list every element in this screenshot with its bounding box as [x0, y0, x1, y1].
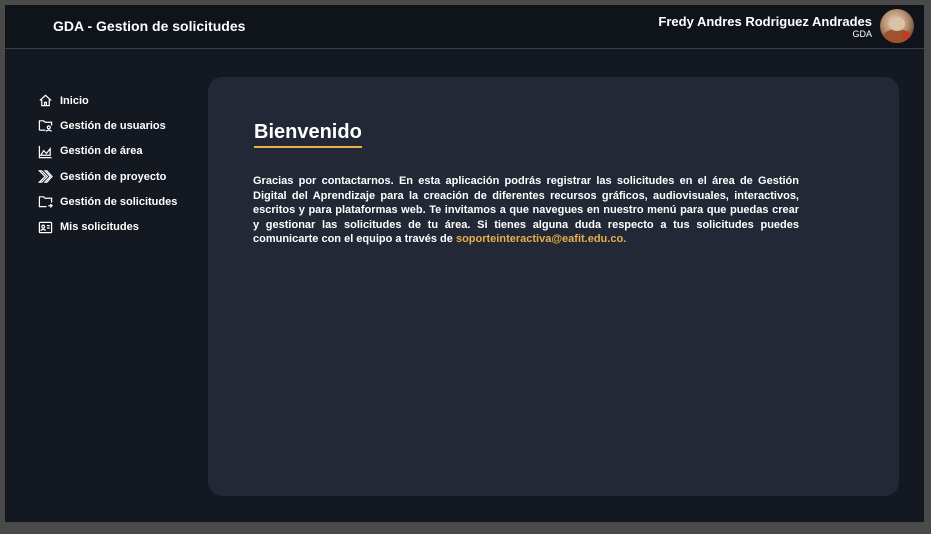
support-email-link[interactable]: soporteinteractiva@eafit.edu.co.	[456, 233, 626, 245]
user-info: Fredy Andres Rodriguez Andrades GDA	[658, 14, 872, 39]
user-organization: GDA	[852, 29, 872, 39]
page-title: Bienvenido	[254, 121, 362, 148]
sidebar-item-label: Mis solicitudes	[60, 221, 139, 234]
intro-paragraph: Gracias por contactarnos. En esta aplica…	[253, 174, 799, 247]
sidebar-item-mis-solicitudes[interactable]: Mis solicitudes	[38, 214, 208, 239]
avatar[interactable]	[880, 9, 914, 43]
sidebar-nav: Inicio Gestión de usuarios Gestión de ár…	[38, 88, 208, 240]
sidebar-item-gestion-proyecto[interactable]: Gestión de proyecto	[38, 164, 208, 189]
sidebar-item-gestion-area[interactable]: Gestión de área	[38, 139, 208, 164]
sidebar-item-gestion-solicitudes[interactable]: Gestión de solicitudes	[38, 189, 208, 214]
sidebar-item-gestion-usuarios[interactable]: Gestión de usuarios	[38, 113, 208, 138]
sidebar-item-label: Gestión de solicitudes	[60, 195, 178, 208]
person-card-icon	[38, 220, 53, 235]
top-bar: GDA - Gestion de solicitudes Fredy Andre…	[5, 5, 924, 49]
sidebar-item-label: Gestión de proyecto	[60, 170, 167, 183]
folder-arrow-icon	[38, 194, 53, 209]
sidebar-item-label: Gestión de área	[60, 145, 143, 158]
app-window: GDA - Gestion de solicitudes Fredy Andre…	[5, 5, 924, 522]
sidebar-item-inicio[interactable]: Inicio	[38, 88, 208, 113]
app-title: GDA - Gestion de solicitudes	[53, 18, 246, 34]
sidebar-item-label: Gestión de usuarios	[60, 119, 166, 132]
welcome-panel: Bienvenido Gracias por contactarnos. En …	[208, 77, 899, 496]
area-chart-icon	[38, 144, 53, 159]
home-icon	[38, 93, 53, 108]
chevrons-right-icon	[38, 169, 53, 184]
user-name: Fredy Andres Rodriguez Andrades	[658, 14, 872, 29]
sidebar-item-label: Inicio	[60, 94, 89, 107]
user-folder-icon	[38, 118, 53, 133]
